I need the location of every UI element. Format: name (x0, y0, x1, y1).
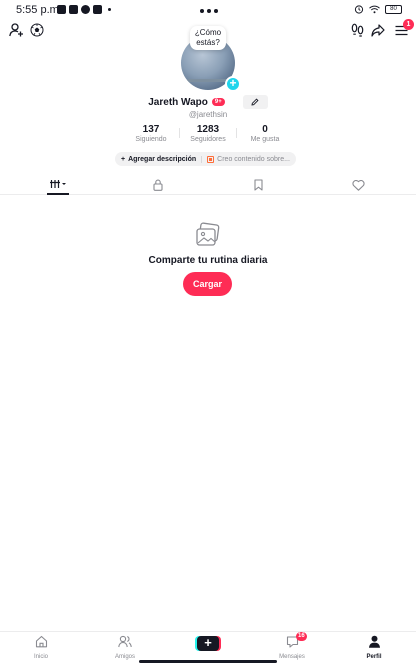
nav-inbox[interactable]: 16 Mensajes (270, 632, 314, 660)
facebook-icon (81, 5, 90, 14)
add-story-button[interactable]: + (225, 76, 241, 92)
stat-value: 1283 (196, 124, 220, 135)
stat-value: 0 (262, 124, 268, 135)
creator-category-label: Creo contenido sobre... (217, 155, 290, 163)
home-indicator[interactable] (139, 660, 277, 663)
status-notification-icons (57, 5, 111, 14)
battery-icon: 80 (385, 4, 402, 14)
tab-videos[interactable] (47, 175, 69, 195)
wifi-icon (369, 5, 380, 13)
tab-saved[interactable] (249, 175, 267, 195)
stat-followers[interactable]: 1283 Seguidores (180, 124, 236, 143)
add-friend-button[interactable] (8, 22, 24, 38)
upload-button[interactable]: Cargar (183, 272, 232, 296)
friends-icon (118, 635, 132, 648)
menu-button[interactable]: 1 (393, 19, 414, 37)
empty-state-title: Comparte tu rutina diaria (148, 255, 268, 266)
empty-state-photos-icon (195, 222, 221, 253)
soccer-ball-icon (30, 23, 44, 37)
messages-badge: 16 (296, 632, 307, 641)
twitch-icon (69, 5, 78, 14)
stat-label: Siguiendo (135, 136, 167, 143)
content-tabs (0, 175, 416, 195)
nav-friends[interactable]: Amigos (103, 635, 147, 660)
nav-home-label: Inicio (33, 654, 48, 660)
creator-icon (207, 155, 215, 163)
lock-icon (153, 179, 163, 191)
share-icon (371, 23, 385, 37)
share-profile-button[interactable] (370, 22, 386, 38)
creator-category-button[interactable]: Creo contenido sobre... (201, 155, 290, 163)
videos-grid-icon (50, 180, 66, 188)
add-description-button[interactable]: + Agregar descripción (121, 156, 196, 163)
stat-following[interactable]: 137 Siguiendo (123, 124, 179, 143)
nav-profile[interactable]: Perfil (352, 635, 396, 660)
bookmark-icon (253, 179, 263, 191)
bio-pills: + Agregar descripción Creo contenido sob… (115, 152, 296, 166)
profile-icon (368, 635, 380, 648)
status-bar: 5:55 p.m. 80 (0, 0, 416, 22)
status-system-icons: 80 (354, 4, 402, 14)
name-badge[interactable]: 9+ (211, 98, 225, 106)
create-post-button[interactable]: + (197, 636, 219, 651)
soccer-ball-button[interactable] (29, 22, 45, 38)
stat-label: Seguidores (190, 136, 226, 143)
profile-name-row: Jareth Wapo 9+ (0, 95, 416, 109)
youtube-icon (57, 5, 66, 14)
plus-icon: + (121, 155, 126, 163)
pencil-icon (251, 98, 259, 106)
alarm-icon (354, 5, 364, 14)
stat-likes[interactable]: 0 Me gusta (237, 124, 293, 143)
tab-private[interactable] (149, 175, 167, 195)
more-notifications-dot (108, 8, 111, 11)
edit-profile-button[interactable] (242, 95, 268, 109)
profile-handle: @jarethsin (188, 110, 228, 119)
mail-icon (93, 5, 102, 14)
profile-stats: 137 Siguiendo 1283 Seguidores 0 Me gusta (0, 124, 416, 143)
menu-notification-badge: 1 (403, 19, 414, 30)
tab-liked[interactable] (348, 175, 368, 195)
nav-home[interactable]: Inicio (19, 635, 63, 660)
add-user-icon (8, 23, 23, 37)
status-time: 5:55 p.m. (16, 4, 62, 16)
stat-label: Me gusta (250, 136, 280, 143)
home-icon (35, 635, 47, 648)
window-handle-dots[interactable] (200, 9, 218, 13)
add-description-label: Agregar descripción (128, 155, 197, 163)
footprints-button[interactable] (349, 22, 365, 38)
nav-profile-label: Perfil (366, 654, 382, 660)
heart-icon (351, 179, 365, 191)
profile-name: Jareth Wapo (148, 96, 208, 108)
footprints-icon (351, 23, 363, 37)
stat-value: 137 (142, 124, 160, 135)
nav-inbox-label: Mensajes (279, 654, 305, 660)
status-bubble[interactable]: ¿Cómo estás? (190, 26, 226, 50)
